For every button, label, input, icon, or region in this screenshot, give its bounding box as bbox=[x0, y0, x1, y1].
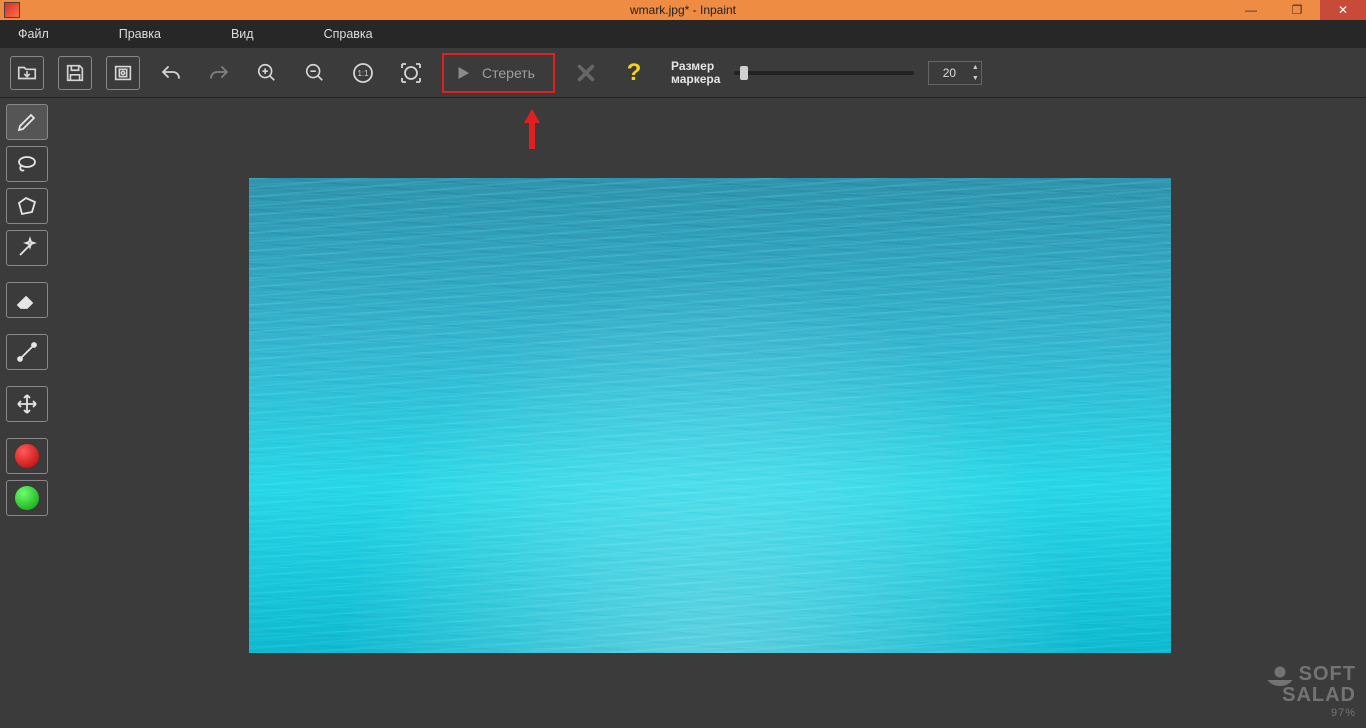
menu-view[interactable]: Вид bbox=[221, 27, 264, 41]
menu-file[interactable]: Файл bbox=[8, 27, 59, 41]
open-icon bbox=[16, 62, 38, 84]
zoom-actual-button[interactable]: 1:1 bbox=[346, 56, 380, 90]
window-buttons: — ❐ ✕ bbox=[1228, 0, 1366, 20]
svg-text:1:1: 1:1 bbox=[357, 69, 369, 78]
tool-move[interactable] bbox=[6, 386, 48, 422]
eraser-icon bbox=[15, 288, 39, 312]
save-icon bbox=[64, 62, 86, 84]
erase-button[interactable]: Стереть bbox=[442, 53, 555, 93]
minimize-button[interactable]: — bbox=[1228, 0, 1274, 20]
zoom-actual-icon: 1:1 bbox=[351, 61, 375, 85]
menu-edit[interactable]: Правка bbox=[109, 27, 171, 41]
zoom-out-icon bbox=[304, 62, 326, 84]
help-icon: ? bbox=[627, 59, 642, 87]
undo-button[interactable] bbox=[154, 56, 188, 90]
lasso-icon bbox=[15, 152, 39, 176]
cancel-icon bbox=[575, 62, 597, 84]
marker-size-slider[interactable] bbox=[734, 71, 914, 75]
canvas-area bbox=[54, 98, 1366, 728]
tool-line[interactable] bbox=[6, 334, 48, 370]
zoom-out-button[interactable] bbox=[298, 56, 332, 90]
toolbar: 1:1 Стереть ? Размер маркера ▲▼ bbox=[0, 48, 1366, 98]
move-icon bbox=[15, 392, 39, 416]
save-button[interactable] bbox=[58, 56, 92, 90]
erase-label: Стереть bbox=[482, 65, 535, 81]
play-icon bbox=[454, 64, 472, 82]
polygon-icon bbox=[15, 194, 39, 218]
brand-watermark: SOFT SALAD 97% bbox=[1265, 665, 1356, 722]
tool-lasso[interactable] bbox=[6, 146, 48, 182]
marker-size-input[interactable]: ▲▼ bbox=[928, 61, 982, 85]
close-button[interactable]: ✕ bbox=[1320, 0, 1366, 20]
zoom-in-icon bbox=[256, 62, 278, 84]
color-red[interactable] bbox=[6, 438, 48, 474]
image-canvas[interactable] bbox=[249, 178, 1171, 653]
titlebar: wmark.jpg* - Inpaint — ❐ ✕ bbox=[0, 0, 1366, 20]
paste-icon bbox=[112, 62, 134, 84]
zoom-fit-button[interactable] bbox=[394, 56, 428, 90]
paste-button[interactable] bbox=[106, 56, 140, 90]
tool-magic-wand[interactable] bbox=[6, 230, 48, 266]
water-texture-2 bbox=[249, 178, 1171, 653]
window-title: wmark.jpg* - Inpaint bbox=[630, 3, 736, 17]
green-dot-icon bbox=[15, 486, 39, 510]
open-button[interactable] bbox=[10, 56, 44, 90]
workarea bbox=[0, 98, 1366, 728]
redo-icon bbox=[207, 61, 231, 85]
slider-thumb[interactable] bbox=[740, 66, 748, 80]
color-green[interactable] bbox=[6, 480, 48, 516]
sidebar bbox=[0, 98, 54, 728]
undo-icon bbox=[159, 61, 183, 85]
app-icon bbox=[4, 2, 20, 18]
tool-polygon[interactable] bbox=[6, 188, 48, 224]
marker-size-label: Размер маркера bbox=[671, 60, 720, 86]
tool-marker[interactable] bbox=[6, 104, 48, 140]
marker-size-field[interactable] bbox=[929, 66, 969, 80]
red-dot-icon bbox=[15, 444, 39, 468]
cancel-button[interactable] bbox=[569, 56, 603, 90]
maximize-button[interactable]: ❐ bbox=[1274, 0, 1320, 20]
marker-icon bbox=[15, 110, 39, 134]
marker-size-steppers[interactable]: ▲▼ bbox=[969, 62, 981, 84]
magic-wand-icon bbox=[15, 236, 39, 260]
help-button[interactable]: ? bbox=[617, 56, 651, 90]
redo-button[interactable] bbox=[202, 56, 236, 90]
tool-eraser[interactable] bbox=[6, 282, 48, 318]
zoom-in-button[interactable] bbox=[250, 56, 284, 90]
zoom-fit-icon bbox=[399, 61, 423, 85]
line-icon bbox=[15, 340, 39, 364]
menu-help[interactable]: Справка bbox=[314, 27, 383, 41]
brand-logo-icon bbox=[1265, 666, 1295, 686]
menubar: Файл Правка Вид Справка bbox=[0, 20, 1366, 48]
